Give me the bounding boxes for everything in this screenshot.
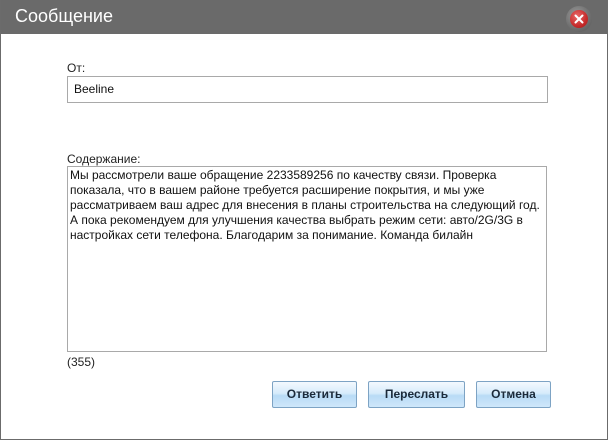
from-label: От:	[67, 61, 86, 75]
message-content-textarea[interactable]: Мы рассмотрели ваше обращение 2233589256…	[67, 166, 547, 352]
reply-button[interactable]: Ответить	[272, 381, 357, 408]
close-icon	[570, 10, 588, 28]
close-button[interactable]	[566, 6, 592, 32]
from-field[interactable]: Beeline	[67, 76, 548, 103]
message-dialog: Сообщение От: Beeline Содержание: Мы рас…	[0, 0, 608, 440]
char-count: (355)	[67, 355, 96, 369]
content-label: Содержание:	[67, 152, 141, 166]
cancel-button[interactable]: Отмена	[476, 381, 551, 408]
dialog-titlebar: Сообщение	[1, 0, 607, 34]
forward-button[interactable]: Переслать	[368, 381, 465, 408]
dialog-title: Сообщение	[15, 6, 113, 26]
